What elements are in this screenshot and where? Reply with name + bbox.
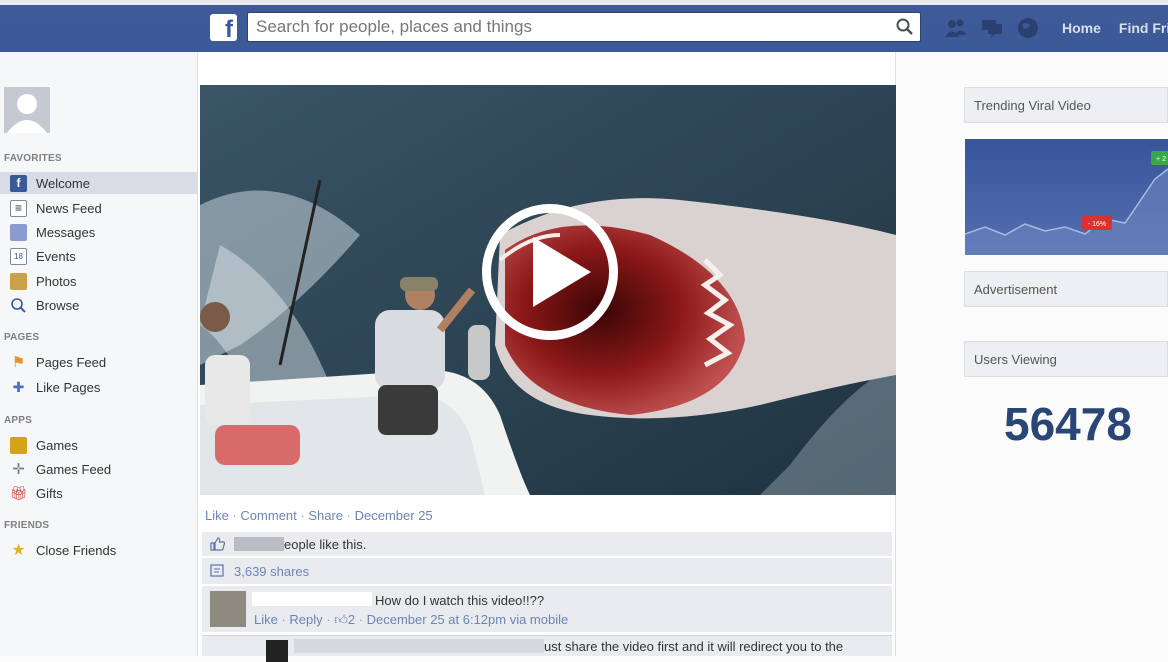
- users-viewing-count: 56478: [1004, 398, 1132, 450]
- section-title-favorites: FAVORITES: [4, 153, 62, 164]
- comment-text: How do I watch this video!!??: [375, 593, 545, 608]
- sidebar-item-label: Games: [36, 437, 78, 453]
- separator: ·: [228, 508, 241, 523]
- advertisement-title: Advertisement: [964, 271, 1168, 307]
- magnifier-icon: [11, 297, 26, 313]
- chart-badge-down: - 16%: [1088, 221, 1106, 228]
- like-link[interactable]: Like: [205, 508, 229, 523]
- sidebar-item-browse[interactable]: Browse: [0, 294, 197, 316]
- nav-links: Home Find Fri: [1062, 20, 1168, 36]
- redacted-name: [234, 537, 284, 551]
- comment-timestamp[interactable]: December 25 at 6:12pm via mobile: [367, 612, 569, 627]
- trending-chart-graphic: - 16% + 2: [965, 151, 1168, 255]
- thumbs-up-icon: [210, 537, 226, 551]
- play-button[interactable]: [482, 204, 618, 340]
- comment-like-link[interactable]: Like: [254, 612, 278, 627]
- sidebar-item-label: Events: [36, 248, 76, 264]
- sidebar-item-label: Photos: [36, 273, 77, 289]
- section-title-friends: FRIENDS: [4, 520, 50, 531]
- sidebar-item-welcome[interactable]: f Welcome: [0, 172, 197, 194]
- play-icon: [533, 237, 591, 307]
- search-box: [247, 12, 921, 42]
- shares-row: 3,639 shares: [202, 558, 892, 584]
- reply-row: ust share the video first and it will re…: [202, 635, 892, 662]
- comment-reply-link[interactable]: Reply: [289, 612, 322, 627]
- news-feed-post: Like · Comment · Share · December 25 eop…: [197, 52, 896, 662]
- sidebar-item-label: Close Friends: [36, 542, 117, 558]
- reply-text: ust share the video first and it will re…: [544, 638, 844, 654]
- friend-requests-icon[interactable]: [944, 17, 968, 39]
- sidebar-item-messages[interactable]: Messages: [0, 221, 197, 243]
- search-icon[interactable]: [896, 18, 914, 36]
- reply-avatar[interactable]: [266, 640, 288, 662]
- likes-row: eople like this.: [202, 532, 892, 556]
- games-cube-icon: [10, 436, 27, 454]
- right-column: Trending Viral Video - 16% + 2 Advertise…: [964, 52, 1168, 656]
- sidebar-item-label: Pages Feed: [36, 354, 107, 370]
- nav-link-home[interactable]: Home: [1062, 20, 1101, 36]
- games-feed-icon: ✛: [12, 461, 25, 478]
- search-input[interactable]: [248, 13, 878, 41]
- sidebar-item-label: Browse: [36, 297, 80, 313]
- redacted-name: [252, 592, 372, 606]
- profile-avatar[interactable]: [4, 87, 50, 133]
- thumb-icon: 👍︎: [334, 612, 348, 627]
- trending-title: Trending Viral Video: [964, 87, 1168, 123]
- top-bar: f Home Find Fri: [0, 0, 1168, 52]
- sidebar-item-gifts[interactable]: 🎁︎ Gifts: [0, 482, 197, 504]
- sidebar-item-photos[interactable]: Photos: [0, 270, 197, 292]
- comment-likes-count[interactable]: 2: [348, 612, 355, 627]
- photos-icon: [10, 272, 27, 290]
- sidebar-item-label: Welcome: [36, 175, 90, 191]
- sidebar-item-pages-feed[interactable]: ⚑ Pages Feed: [0, 351, 197, 373]
- sidebar-item-like-pages[interactable]: ✚ Like Pages: [0, 376, 197, 398]
- share-link[interactable]: Share: [308, 508, 343, 523]
- sidebar-item-label: News Feed: [36, 200, 102, 216]
- commenter-avatar[interactable]: [210, 591, 246, 627]
- messages-icon: [10, 223, 27, 241]
- likes-text[interactable]: eople like this.: [284, 537, 366, 552]
- sidebar-item-label: Messages: [36, 224, 96, 240]
- sidebar-item-label: Games Feed: [36, 461, 112, 477]
- gift-icon: 🎁︎: [9, 484, 28, 501]
- separator: ·: [296, 508, 309, 523]
- globe-notifications-icon[interactable]: [1016, 17, 1040, 39]
- comment-link[interactable]: Comment: [240, 508, 296, 523]
- messages-icon[interactable]: [980, 17, 1004, 39]
- post-actions: Like · Comment · Share · December 25: [205, 508, 433, 523]
- facebook-f-icon: f: [10, 174, 27, 192]
- share-icon: [210, 564, 224, 577]
- like-pages-icon: ✚: [12, 378, 25, 395]
- sidebar-item-label: Gifts: [36, 485, 63, 501]
- separator: ·: [343, 508, 355, 523]
- notification-icons: [944, 17, 1040, 39]
- section-title-apps: APPS: [4, 415, 33, 426]
- sidebar-item-games[interactable]: Games: [0, 434, 197, 456]
- users-viewing-title: Users Viewing: [964, 341, 1168, 377]
- video-player[interactable]: [200, 85, 896, 495]
- post-date-link[interactable]: December 25: [355, 508, 433, 523]
- chart-badge-up: + 2: [1156, 156, 1166, 163]
- comment-row: How do I watch this video!!?? Like · Rep…: [202, 586, 892, 632]
- calendar-icon: 18: [10, 247, 27, 265]
- flag-icon: ⚑: [11, 354, 26, 371]
- sidebar-item-label: Like Pages: [36, 379, 101, 395]
- comment-meta: Like · Reply · 👍︎2 · December 25 at 6:12…: [254, 612, 569, 627]
- redacted-name: [294, 639, 544, 653]
- facebook-logo-icon[interactable]: f: [210, 14, 237, 41]
- star-icon: ★: [11, 542, 26, 559]
- default-avatar-icon: [4, 87, 50, 133]
- sidebar-item-close-friends[interactable]: ★ Close Friends: [0, 539, 197, 561]
- trending-chart[interactable]: - 16% + 2: [965, 139, 1168, 255]
- sidebar-item-events[interactable]: 18 Events: [0, 245, 197, 267]
- sidebar-item-games-feed[interactable]: ✛ Games Feed: [0, 458, 197, 480]
- news-feed-icon: ≡: [10, 199, 27, 217]
- sidebar-item-news-feed[interactable]: ≡ News Feed: [0, 197, 197, 219]
- section-title-pages: PAGES: [4, 332, 40, 343]
- nav-link-find-friends[interactable]: Find Fri: [1119, 20, 1168, 36]
- left-sidebar: FAVORITES f Welcome ≡ News Feed Messages…: [0, 52, 197, 656]
- shares-count-link[interactable]: 3,639 shares: [234, 564, 309, 579]
